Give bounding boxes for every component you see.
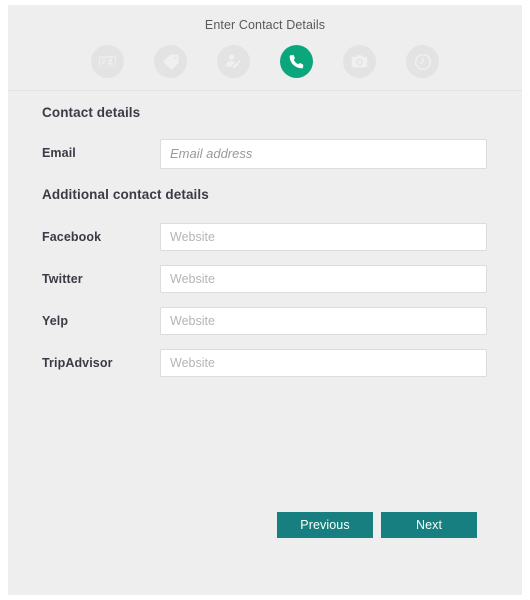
field-row-tripadvisor: TripAdvisor bbox=[8, 349, 522, 377]
step-contact-details[interactable] bbox=[280, 45, 313, 78]
edit-person-icon bbox=[224, 52, 243, 71]
step-hours[interactable] bbox=[406, 45, 439, 78]
facebook-label: Facebook bbox=[42, 230, 102, 244]
step-contact-card[interactable] bbox=[91, 45, 124, 78]
wizard-header: Enter Contact Details bbox=[8, 5, 522, 91]
phone-icon bbox=[288, 53, 305, 70]
wizard-body: Contact details Email Additional contact… bbox=[8, 91, 522, 554]
email-input[interactable] bbox=[160, 139, 487, 169]
previous-button[interactable]: Previous bbox=[277, 512, 373, 538]
field-row-twitter: Twitter bbox=[8, 265, 522, 293]
tripadvisor-label: TripAdvisor bbox=[42, 356, 113, 370]
field-row-yelp: Yelp bbox=[8, 307, 522, 335]
step-photos[interactable] bbox=[343, 45, 376, 78]
tag-icon bbox=[162, 53, 180, 71]
wizard-card: Enter Contact Details Contact details Em… bbox=[8, 5, 522, 595]
page-title: Enter Contact Details bbox=[204, 18, 326, 32]
field-row-facebook: Facebook bbox=[8, 223, 522, 251]
yelp-input[interactable] bbox=[160, 307, 487, 335]
section-heading-additional-contact-details: Additional contact details bbox=[42, 187, 209, 202]
field-row-email: Email bbox=[8, 139, 522, 169]
facebook-input[interactable] bbox=[160, 223, 487, 251]
step-edit-person[interactable] bbox=[217, 45, 250, 78]
email-label: Email bbox=[42, 146, 76, 160]
yelp-label: Yelp bbox=[42, 314, 69, 328]
wizard-footer: Previous Next bbox=[8, 512, 522, 554]
tripadvisor-input[interactable] bbox=[160, 349, 487, 377]
contact-card-icon bbox=[98, 52, 117, 71]
clock-icon bbox=[413, 52, 433, 72]
section-heading-contact-details: Contact details bbox=[42, 105, 141, 120]
step-tag[interactable] bbox=[154, 45, 187, 78]
twitter-input[interactable] bbox=[160, 265, 487, 293]
twitter-label: Twitter bbox=[42, 272, 83, 286]
next-button[interactable]: Next bbox=[381, 512, 477, 538]
step-indicator bbox=[8, 45, 522, 78]
camera-icon bbox=[350, 52, 369, 71]
